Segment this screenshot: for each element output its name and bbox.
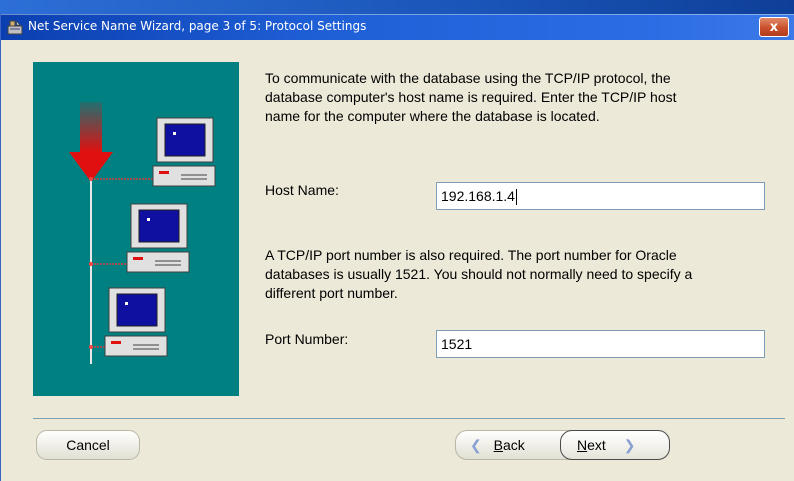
port-line: databases is usually 1521. You should no… [265,266,693,282]
network-computer-icon [126,203,190,273]
host-name-label: Host Name: [265,182,339,198]
close-icon: x [769,20,779,35]
next-label: ext [587,437,606,453]
host-name-value: 192.168.1.4 [441,188,515,204]
window-title: Net Service Name Wizard, page 3 of 5: Pr… [28,19,367,33]
port-number-value: 1521 [441,336,473,352]
intro-line: database computer's host name is require… [265,89,677,105]
background-window-strip [0,0,794,14]
wizard-window: Net Service Name Wizard, page 3 of 5: Pr… [0,14,794,481]
host-name-input[interactable]: 192.168.1.4 [436,182,765,210]
next-mnemonic: N [577,437,588,453]
network-computer-icon [152,117,216,187]
next-arrow-icon: ❯ [623,437,636,453]
intro-paragraph: To communicate with the database using t… [265,69,677,126]
back-label: ack [502,437,525,453]
footer-separator [33,418,785,419]
title-bar[interactable]: Net Service Name Wizard, page 3 of 5: Pr… [1,14,794,40]
back-mnemonic: B [493,437,503,453]
port-line: A TCP/IP port number is also required. T… [265,247,677,263]
text-caret [515,189,517,206]
wizard-icon [7,20,23,35]
intro-line: name for the computer where the database… [265,108,600,124]
next-button[interactable]: Next ❯ [560,430,670,460]
back-button[interactable]: ❮ Back [470,431,525,459]
navigation-button-group: ❮ Back Next ❯ [455,430,670,460]
network-computer-icon [104,287,168,357]
network-illustration [33,62,239,396]
cancel-button[interactable]: Cancel [36,430,140,460]
port-number-label: Port Number: [265,331,349,347]
port-line: different port number. [265,285,398,301]
back-arrow-icon: ❮ [470,437,482,453]
intro-line: To communicate with the database using t… [265,70,671,86]
close-button[interactable]: x [759,17,789,37]
port-paragraph: A TCP/IP port number is also required. T… [265,246,692,303]
next-button-content: Next ❯ [577,431,635,459]
cancel-label: Cancel [66,437,110,453]
port-number-input[interactable]: 1521 [436,330,765,358]
